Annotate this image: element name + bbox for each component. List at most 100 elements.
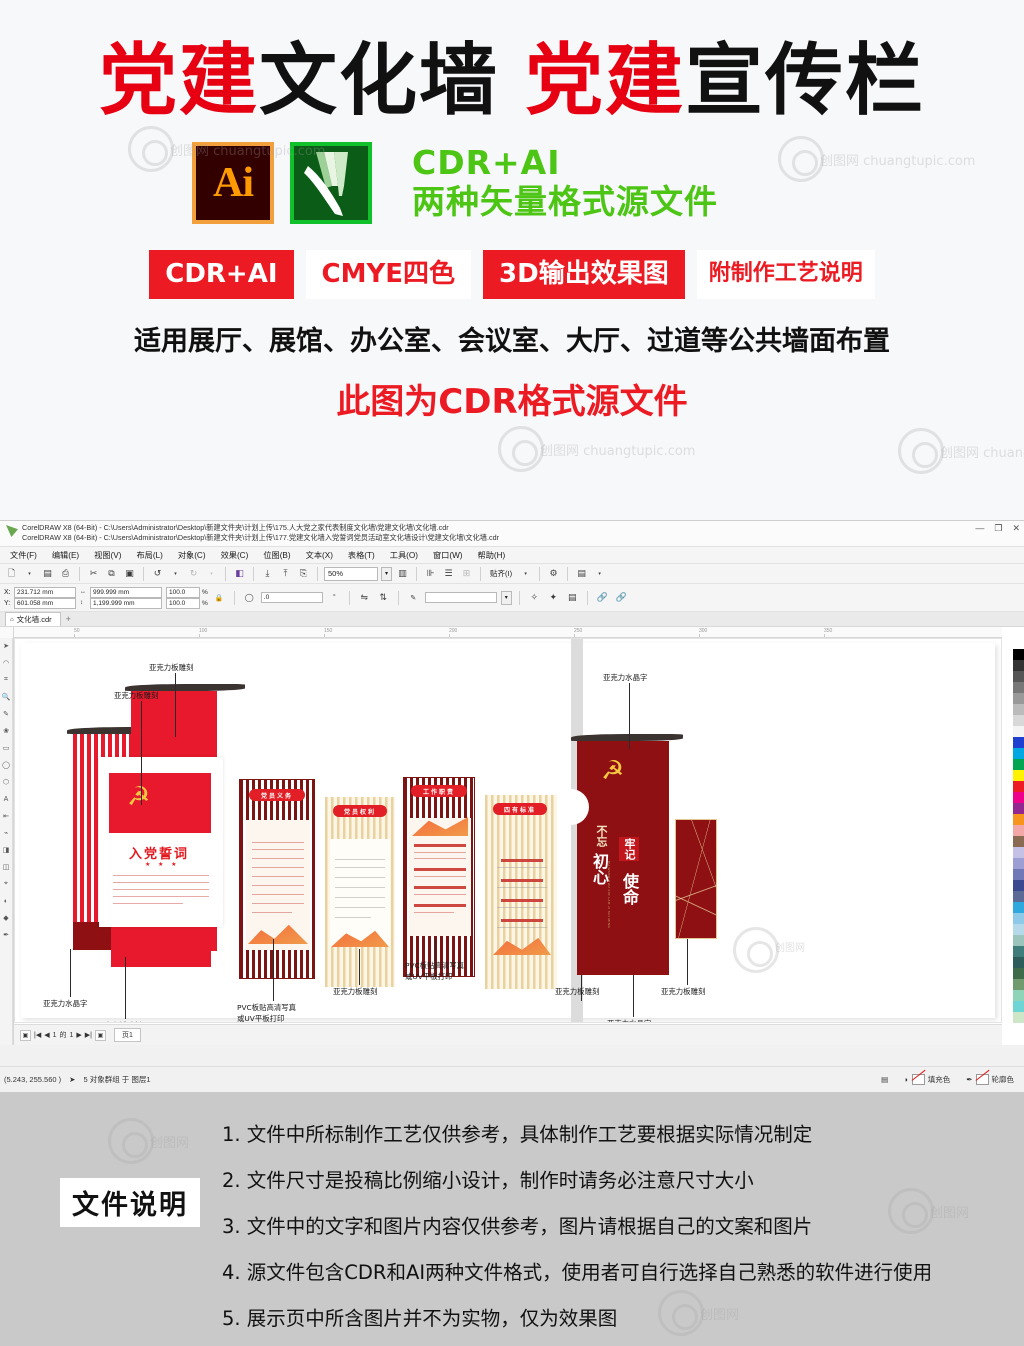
swatch-grey20[interactable]: [1013, 715, 1024, 726]
swatch-lightblue[interactable]: [1013, 913, 1024, 924]
next-page-icon[interactable]: ▶: [76, 1031, 81, 1039]
color-proof-icon[interactable]: ▤: [881, 1075, 888, 1084]
shape-tool-icon[interactable]: ◠: [1, 658, 11, 668]
menu-item-window[interactable]: 窗口(W): [426, 547, 470, 563]
transparency-tool-icon[interactable]: ◫: [1, 862, 11, 872]
search-content-icon[interactable]: ◧: [232, 566, 247, 581]
export-icon[interactable]: ⤒: [278, 566, 293, 581]
polygon-tool-icon[interactable]: ⬡: [1, 777, 11, 787]
undo-icon[interactable]: ↺: [150, 566, 165, 581]
mirror-horizontal-icon[interactable]: ⇋: [357, 590, 372, 605]
color-eyedropper-tool-icon[interactable]: ⌖: [1, 879, 11, 889]
link-icon[interactable]: 🔗: [595, 590, 610, 605]
last-page-icon[interactable]: ▶|: [85, 1031, 92, 1039]
mirror-vertical-icon[interactable]: ⇅: [376, 590, 391, 605]
chevron-down-icon[interactable]: ▾: [592, 566, 607, 581]
swatch-darkteal[interactable]: [1013, 957, 1024, 968]
fill-color-swatch[interactable]: [911, 1074, 925, 1085]
first-page-icon[interactable]: |◀: [34, 1031, 41, 1039]
swatch-grey70[interactable]: [1013, 671, 1024, 682]
swatch-olive[interactable]: [1013, 979, 1024, 990]
menu-item-object[interactable]: 对象(C): [171, 547, 213, 563]
zoom-tool-icon[interactable]: 🔍: [1, 692, 11, 702]
edit-fill-icon[interactable]: ▤: [565, 590, 580, 605]
rectangle-tool-icon[interactable]: ▭: [1, 743, 11, 753]
chevron-down-icon[interactable]: ▾: [22, 566, 37, 581]
fullscreen-preview-icon[interactable]: ▥: [395, 566, 410, 581]
toolbox[interactable]: ➤ ◠ ⌗ 🔍 ✎ ❀ ▭ ◯ ⬡ A ⇤ ⌁ ◨ ◫ ⌖ ◐ ◆ ✒: [0, 638, 13, 1045]
swatch-yellow[interactable]: [1013, 770, 1024, 781]
standard-toolbar[interactable]: 🗋 ▾ ▤ ⎙ ✂ ⧉ ▣ ↺ ▾ ↻ ▾ ◧ ⤓ ⤒ ⎘ 50% ▾ ▥ ⊪ …: [0, 564, 1024, 584]
swatch-purple[interactable]: [1013, 803, 1024, 814]
swatch-slate[interactable]: [1013, 869, 1024, 880]
swatch-grey90[interactable]: [1013, 660, 1024, 671]
window-controls[interactable]: — ❐ ✕: [975, 523, 1020, 534]
outline-color-swatch[interactable]: [975, 1074, 989, 1085]
outline-width-input[interactable]: [424, 592, 497, 603]
artistic-media-tool-icon[interactable]: ❀: [1, 726, 11, 736]
lock-ratio-icon[interactable]: 🔒: [212, 590, 227, 605]
swatch-white[interactable]: [1013, 726, 1024, 737]
menu-item-text[interactable]: 文本(X): [299, 547, 340, 563]
print-icon[interactable]: ⎙: [58, 566, 73, 581]
zoom-dropdown-icon[interactable]: ▾: [381, 566, 392, 581]
document-tab-bar[interactable]: ⌂ 文化墙.cdr +: [0, 612, 1024, 627]
chevron-down-icon[interactable]: ▾: [168, 566, 183, 581]
swatch-red[interactable]: [1013, 781, 1024, 792]
swatch-aqua[interactable]: [1013, 1001, 1024, 1012]
add-page-start-button[interactable]: ▣: [20, 1029, 31, 1041]
distribute-icon[interactable]: ☰: [441, 566, 456, 581]
add-page-end-button[interactable]: ▣: [95, 1029, 106, 1041]
options-grid-icon[interactable]: ⊞: [459, 566, 474, 581]
swatch-cyan[interactable]: [1013, 748, 1024, 759]
property-bar[interactable]: X: 231.712 mm Y: 601.058 mm ↔ 999.999 mm…: [0, 584, 1024, 612]
menu-item-layout[interactable]: 布局(L): [129, 547, 169, 563]
object-height-input[interactable]: 1,199.999 mm: [90, 597, 162, 609]
save-icon[interactable]: ▤: [40, 566, 55, 581]
ellipse-tool-icon[interactable]: ◯: [1, 760, 11, 770]
menu-item-file[interactable]: 文件(F): [3, 547, 44, 563]
cut-icon[interactable]: ✂: [86, 566, 101, 581]
add-document-tab-button[interactable]: +: [66, 614, 71, 624]
menu-item-edit[interactable]: 编辑(E): [45, 547, 86, 563]
menu-item-view[interactable]: 视图(V): [87, 547, 128, 563]
swatch-steel[interactable]: [1013, 891, 1024, 902]
redo-icon[interactable]: ↻: [186, 566, 201, 581]
design-canvas[interactable]: ☭ 入党誓词 ★ ★ ★ 党员义务 党员权利 工作职责 四有标准 ☭ 不忘 初心…: [14, 638, 1002, 1023]
smart-fill-tool-icon[interactable]: ◆: [1, 913, 11, 923]
page-tab-1[interactable]: 页1: [114, 1028, 141, 1042]
outline-tool-icon[interactable]: ✒: [1, 930, 11, 940]
publish-pdf-icon[interactable]: ⎘: [296, 566, 311, 581]
swatch-seafoam[interactable]: [1013, 935, 1024, 946]
swatch-lavender[interactable]: [1013, 847, 1024, 858]
copy-icon[interactable]: ⧉: [104, 566, 119, 581]
snap-to-label[interactable]: 贴齐(I): [487, 568, 515, 579]
swatch-grey60[interactable]: [1013, 682, 1024, 693]
maximize-button[interactable]: ❐: [994, 523, 1002, 534]
swatch-green[interactable]: [1013, 759, 1024, 770]
new-document-icon[interactable]: 🗋: [4, 566, 19, 581]
scale-height-input[interactable]: 100.0: [166, 597, 200, 609]
parallel-dimension-tool-icon[interactable]: ⇤: [1, 811, 11, 821]
swatch-grey30[interactable]: [1013, 704, 1024, 715]
page-navigator[interactable]: ▣ |◀ ◀ 1 的 1 ▶ ▶| ▣ 页1: [14, 1024, 1002, 1045]
swatch-black[interactable]: [1013, 649, 1024, 660]
y-position-input[interactable]: 601.058 mm: [14, 597, 76, 609]
menu-item-tools[interactable]: 工具(O): [383, 547, 425, 563]
document-tab-wenhuaqiang[interactable]: ⌂ 文化墙.cdr: [5, 612, 61, 626]
scale-width-input[interactable]: 100.0: [166, 586, 200, 598]
swatch-palegreen[interactable]: [1013, 1012, 1024, 1023]
x-position-input[interactable]: 231.712 mm: [14, 586, 76, 598]
connector-tool-icon[interactable]: ⌁: [1, 828, 11, 838]
pick-tool-icon[interactable]: ➤: [1, 641, 11, 651]
menu-item-table[interactable]: 表格(T): [341, 547, 382, 563]
object-width-input[interactable]: 999.999 mm: [90, 586, 162, 598]
swatch-skyblue[interactable]: [1013, 902, 1024, 913]
text-wrap-icon[interactable]: ✦: [546, 590, 561, 605]
swatch-paleblue[interactable]: [1013, 924, 1024, 935]
chevron-down-icon[interactable]: ▾: [518, 566, 533, 581]
paste-icon[interactable]: ▣: [122, 566, 137, 581]
current-page-number[interactable]: 1: [53, 1032, 57, 1039]
swatch-none[interactable]: [1013, 638, 1024, 649]
swatch-teal[interactable]: [1013, 946, 1024, 957]
